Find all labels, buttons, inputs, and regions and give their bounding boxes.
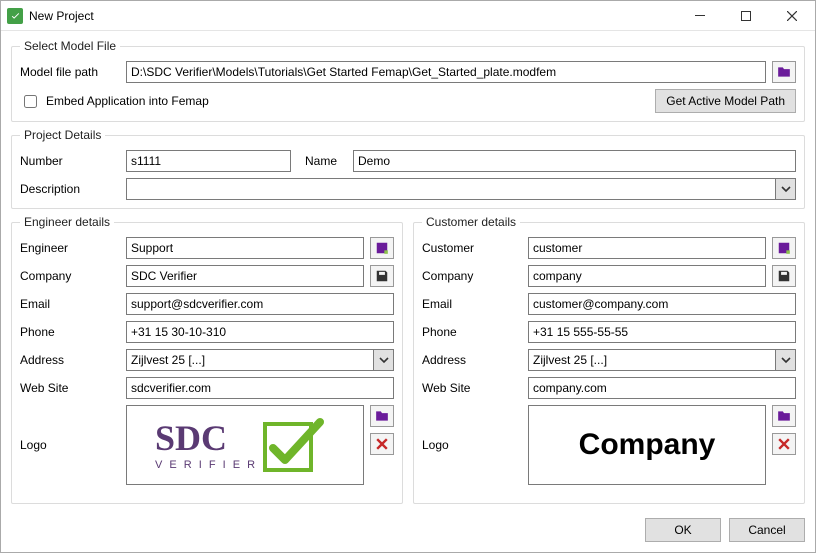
engineer-address-dropdown-button[interactable] [373,350,393,370]
name-label: Name [297,154,347,168]
customer-website-input[interactable] [528,377,796,399]
customer-address-dropdown-button[interactable] [775,350,795,370]
select-model-legend: Select Model File [20,39,120,53]
engineer-save-button[interactable] [370,265,394,287]
engineer-pick-button[interactable] [370,237,394,259]
company-logo-text: Company [579,428,716,462]
engineer-company-label: Company [20,269,120,283]
window-title: New Project [29,9,94,23]
close-button[interactable] [769,1,815,31]
embed-checkbox-row[interactable]: Embed Application into Femap [20,92,209,111]
description-dropdown-button[interactable] [775,179,795,199]
engineer-address-value: Zijlvest 25 [...] [131,353,371,367]
footer: OK Cancel [1,510,815,552]
engineer-legend: Engineer details [20,215,114,229]
customer-address-label: Address [422,353,522,367]
app-icon [7,8,23,24]
customer-logo-preview: Company [528,405,766,485]
engineer-website-label: Web Site [20,381,120,395]
customer-group: Customer details Customer Company [413,215,805,504]
customer-logo-label: Logo [422,438,522,452]
engineer-input[interactable] [126,237,364,259]
embed-label: Embed Application into Femap [46,94,209,108]
sdc-logo-subtext: V E R I F I E R [155,459,257,471]
engineer-address-label: Address [20,353,120,367]
customer-company-input[interactable] [528,265,766,287]
customer-email-input[interactable] [528,293,796,315]
engineer-phone-input[interactable] [126,321,394,343]
customer-logo-browse-button[interactable] [772,405,796,427]
customer-logo-clear-button[interactable] [772,433,796,455]
cancel-button[interactable]: Cancel [729,518,805,542]
model-path-input[interactable] [126,61,766,83]
customer-input[interactable] [528,237,766,259]
browse-model-button[interactable] [772,61,796,83]
engineer-logo-preview: SDC V E R I F I E R [126,405,364,485]
maximize-button[interactable] [723,1,769,31]
get-active-path-button[interactable]: Get Active Model Path [655,89,796,113]
customer-legend: Customer details [422,215,520,229]
customer-save-button[interactable] [772,265,796,287]
sdc-logo-text: SDC [155,418,227,458]
customer-phone-input[interactable] [528,321,796,343]
engineer-email-label: Email [20,297,120,311]
customer-website-label: Web Site [422,381,522,395]
ok-button[interactable]: OK [645,518,721,542]
description-combo[interactable] [126,178,796,200]
engineer-logo-clear-button[interactable] [370,433,394,455]
customer-pick-button[interactable] [772,237,796,259]
select-model-group: Select Model File Model file path Embed … [11,39,805,122]
engineer-label: Engineer [20,241,120,255]
name-input[interactable] [353,150,796,172]
engineer-address-combo[interactable]: Zijlvest 25 [...] [126,349,394,371]
window: New Project Select Model File Model file… [0,0,816,553]
customer-phone-label: Phone [422,325,522,339]
engineer-logo-browse-button[interactable] [370,405,394,427]
model-path-label: Model file path [20,65,120,79]
description-label: Description [20,182,120,196]
engineer-email-input[interactable] [126,293,394,315]
engineer-website-input[interactable] [126,377,394,399]
customer-address-value: Zijlvest 25 [...] [533,353,773,367]
project-legend: Project Details [20,128,105,142]
minimize-button[interactable] [677,1,723,31]
project-group: Project Details Number Name Description [11,128,805,209]
customer-email-label: Email [422,297,522,311]
engineer-company-input[interactable] [126,265,364,287]
customer-address-combo[interactable]: Zijlvest 25 [...] [528,349,796,371]
number-label: Number [20,154,120,168]
engineer-logo-label: Logo [20,438,120,452]
engineer-group: Engineer details Engineer Company [11,215,403,504]
titlebar: New Project [1,1,815,31]
customer-label: Customer [422,241,522,255]
engineer-phone-label: Phone [20,325,120,339]
embed-checkbox[interactable] [24,95,37,108]
customer-company-label: Company [422,269,522,283]
number-input[interactable] [126,150,291,172]
